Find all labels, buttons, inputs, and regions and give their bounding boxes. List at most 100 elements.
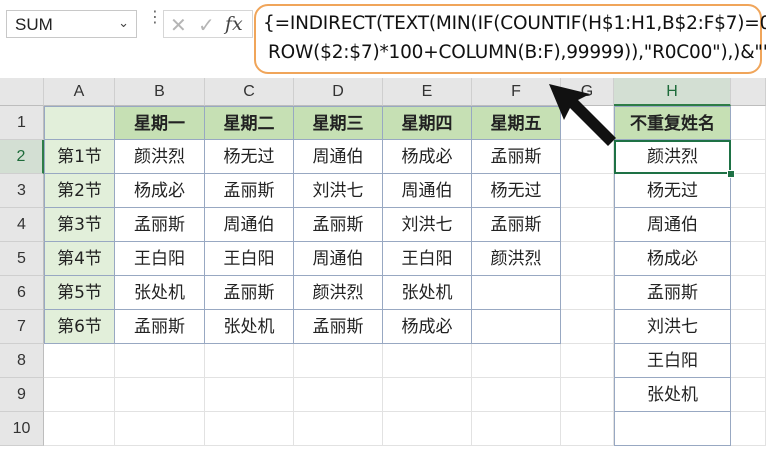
cell-g3[interactable] (561, 174, 614, 208)
cell-d8[interactable] (294, 344, 383, 378)
cell-h6[interactable]: 孟丽斯 (614, 276, 731, 310)
select-all-corner[interactable] (0, 78, 44, 106)
cell-c5[interactable]: 王白阳 (205, 242, 294, 276)
cell-g10[interactable] (561, 412, 614, 446)
cell-c8[interactable] (205, 344, 294, 378)
cell-i7[interactable] (731, 310, 766, 344)
column-header-h[interactable]: H (614, 78, 731, 106)
fill-handle[interactable] (727, 170, 735, 178)
cell-b10[interactable] (115, 412, 205, 446)
cell-i1[interactable] (731, 106, 766, 140)
row-header-4[interactable]: 4 (0, 208, 44, 242)
row-header-6[interactable]: 6 (0, 276, 44, 310)
column-header-f[interactable]: F (472, 78, 561, 106)
cell-i3[interactable] (731, 174, 766, 208)
cell-g6[interactable] (561, 276, 614, 310)
cell-f1[interactable]: 星期五 (472, 106, 561, 140)
cell-a2[interactable]: 第1节 (44, 140, 115, 174)
cell-g1[interactable] (561, 106, 614, 140)
cell-c9[interactable] (205, 378, 294, 412)
cell-c3[interactable]: 孟丽斯 (205, 174, 294, 208)
cell-d10[interactable] (294, 412, 383, 446)
cell-e2[interactable]: 杨成必 (383, 140, 472, 174)
cell-d5[interactable]: 周通伯 (294, 242, 383, 276)
cell-f8[interactable] (472, 344, 561, 378)
cell-f4[interactable]: 孟丽斯 (472, 208, 561, 242)
column-header-d[interactable]: D (294, 78, 383, 106)
cell-i9[interactable] (731, 378, 766, 412)
more-options-icon[interactable]: ⋮ (147, 9, 163, 25)
cell-h3[interactable]: 杨无过 (614, 174, 731, 208)
cell-c2[interactable]: 杨无过 (205, 140, 294, 174)
column-header-a[interactable]: A (44, 78, 115, 106)
cell-i5[interactable] (731, 242, 766, 276)
column-header-g[interactable]: G (561, 78, 614, 106)
cell-e7[interactable]: 杨成必 (383, 310, 472, 344)
cell-a9[interactable] (44, 378, 115, 412)
row-header-1[interactable]: 1 (0, 106, 44, 140)
confirm-icon[interactable]: ✓ (198, 13, 215, 37)
cell-f3[interactable]: 杨无过 (472, 174, 561, 208)
row-header-8[interactable]: 8 (0, 344, 44, 378)
row-header-2[interactable]: 2 (0, 140, 44, 174)
cell-e4[interactable]: 刘洪七 (383, 208, 472, 242)
cell-h8[interactable]: 王白阳 (614, 344, 731, 378)
cell-b9[interactable] (115, 378, 205, 412)
cell-b6[interactable]: 张处机 (115, 276, 205, 310)
cell-g4[interactable] (561, 208, 614, 242)
cell-b8[interactable] (115, 344, 205, 378)
cell-b4[interactable]: 孟丽斯 (115, 208, 205, 242)
cell-f10[interactable] (472, 412, 561, 446)
cell-f7[interactable] (472, 310, 561, 344)
cell-e6[interactable]: 张处机 (383, 276, 472, 310)
cell-i2[interactable] (731, 140, 766, 174)
cell-f2[interactable]: 孟丽斯 (472, 140, 561, 174)
cell-b5[interactable]: 王白阳 (115, 242, 205, 276)
cell-d4[interactable]: 孟丽斯 (294, 208, 383, 242)
row-header-9[interactable]: 9 (0, 378, 44, 412)
cell-f6[interactable] (472, 276, 561, 310)
cell-b2[interactable]: 颜洪烈 (115, 140, 205, 174)
cell-g8[interactable] (561, 344, 614, 378)
cell-e10[interactable] (383, 412, 472, 446)
row-header-10[interactable]: 10 (0, 412, 44, 446)
cell-d9[interactable] (294, 378, 383, 412)
cancel-icon[interactable]: ✕ (170, 13, 187, 37)
cell-b7[interactable]: 孟丽斯 (115, 310, 205, 344)
cell-g9[interactable] (561, 378, 614, 412)
cell-a3[interactable]: 第2节 (44, 174, 115, 208)
cell-g7[interactable] (561, 310, 614, 344)
row-header-5[interactable]: 5 (0, 242, 44, 276)
cell-d7[interactable]: 孟丽斯 (294, 310, 383, 344)
cell-d2[interactable]: 周通伯 (294, 140, 383, 174)
cell-d3[interactable]: 刘洪七 (294, 174, 383, 208)
cell-d1[interactable]: 星期三 (294, 106, 383, 140)
cell-e8[interactable] (383, 344, 472, 378)
cell-a8[interactable] (44, 344, 115, 378)
cell-a4[interactable]: 第3节 (44, 208, 115, 242)
cell-e5[interactable]: 王白阳 (383, 242, 472, 276)
cell-b3[interactable]: 杨成必 (115, 174, 205, 208)
cell-h4[interactable]: 周通伯 (614, 208, 731, 242)
cell-c1[interactable]: 星期二 (205, 106, 294, 140)
cell-a1[interactable] (44, 106, 115, 140)
formula-input[interactable]: {=INDIRECT(TEXT(MIN(IF(COUNTIF(H$1:H1,B$… (254, 4, 766, 74)
cell-a10[interactable] (44, 412, 115, 446)
cell-i8[interactable] (731, 344, 766, 378)
column-header-c[interactable]: C (205, 78, 294, 106)
cell-h9[interactable]: 张处机 (614, 378, 731, 412)
row-header-3[interactable]: 3 (0, 174, 44, 208)
cell-i4[interactable] (731, 208, 766, 242)
cell-e9[interactable] (383, 378, 472, 412)
cell-a5[interactable]: 第4节 (44, 242, 115, 276)
column-header-e[interactable]: E (383, 78, 472, 106)
cell-e3[interactable]: 周通伯 (383, 174, 472, 208)
column-header-b[interactable]: B (115, 78, 205, 106)
cell-h7[interactable]: 刘洪七 (614, 310, 731, 344)
cell-f5[interactable]: 颜洪烈 (472, 242, 561, 276)
cell-c6[interactable]: 孟丽斯 (205, 276, 294, 310)
insert-function-icon[interactable]: fx (225, 13, 243, 35)
cell-h5[interactable]: 杨成必 (614, 242, 731, 276)
cell-i10[interactable] (731, 412, 766, 446)
cell-f9[interactable] (472, 378, 561, 412)
